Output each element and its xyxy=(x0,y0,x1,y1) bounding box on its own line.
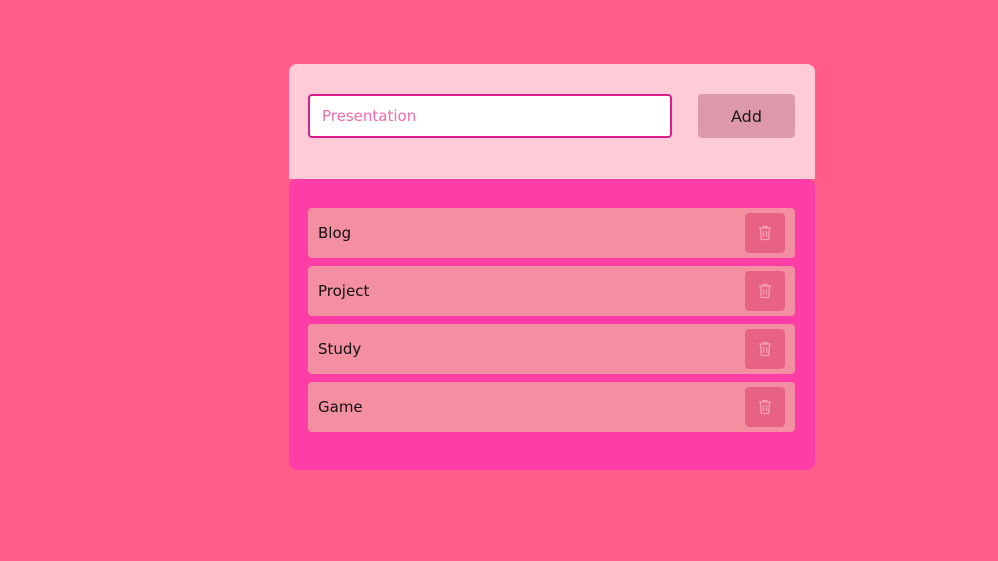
todo-app: Add Blog P xyxy=(289,64,815,470)
list-item: Blog xyxy=(308,208,795,258)
list-item: Project xyxy=(308,266,795,316)
delete-button[interactable] xyxy=(745,329,785,369)
trash-icon xyxy=(759,225,771,241)
add-button[interactable]: Add xyxy=(698,94,795,138)
trash-icon xyxy=(759,399,771,415)
delete-button[interactable] xyxy=(745,213,785,253)
list-item: Study xyxy=(308,324,795,374)
task-list: Blog Project Study Game xyxy=(308,208,795,440)
delete-button[interactable] xyxy=(745,271,785,311)
task-label: Blog xyxy=(318,224,352,242)
task-label: Game xyxy=(318,398,363,416)
task-label: Study xyxy=(318,340,362,358)
task-label: Project xyxy=(318,282,370,300)
delete-button[interactable] xyxy=(745,387,785,427)
list-item: Game xyxy=(308,382,795,432)
input-panel: Add xyxy=(289,64,815,179)
task-list-panel: Blog Project Study Game xyxy=(289,179,815,470)
task-input[interactable] xyxy=(308,94,672,138)
trash-icon xyxy=(759,283,771,299)
trash-icon xyxy=(759,341,771,357)
